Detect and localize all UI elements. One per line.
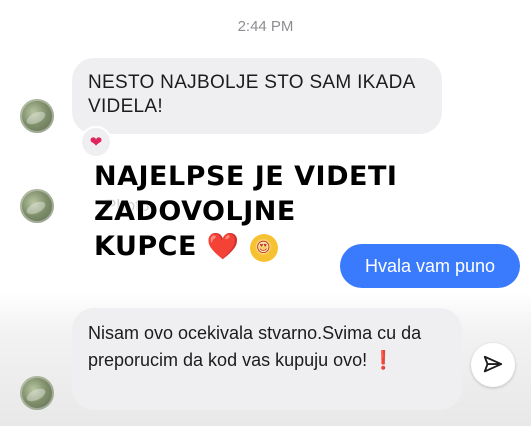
send-icon bbox=[483, 355, 503, 373]
star-struck-emoji: 😍 bbox=[249, 233, 278, 262]
avatar[interactable] bbox=[20, 189, 54, 223]
exclamation-emoji: ❗ bbox=[372, 350, 395, 370]
reaction-heart-icon[interactable]: ❤ bbox=[80, 126, 112, 158]
avatar[interactable] bbox=[20, 99, 54, 133]
avatar[interactable] bbox=[20, 376, 54, 410]
heart-emoji: ❤️ bbox=[206, 232, 240, 262]
message-bubble-incoming[interactable]: Nisam ovo ocekivala stvarno.Svima cu da … bbox=[72, 308, 462, 410]
overlay-line-1: NAJELPSE JE VIDETI ZADOVOLJNE bbox=[94, 161, 398, 227]
timestamp: 2:44 PM bbox=[237, 18, 294, 35]
message-text: NESTO NAJBOLJE STO SAM IKADA VIDELA! bbox=[88, 72, 415, 117]
reaction-heart-glyph: ❤ bbox=[89, 134, 103, 151]
send-button[interactable] bbox=[471, 343, 515, 387]
overlay-line-2: KUPCE ❤️ 😍 bbox=[94, 229, 514, 265]
overlay-word: KUPCE bbox=[94, 231, 197, 262]
overlay-caption: NAJELPSE JE VIDETI ZADOVOLJNE KUPCE ❤️ 😍 bbox=[94, 159, 514, 265]
message-bubble-incoming[interactable]: NESTO NAJBOLJE STO SAM IKADA VIDELA! bbox=[72, 58, 442, 134]
